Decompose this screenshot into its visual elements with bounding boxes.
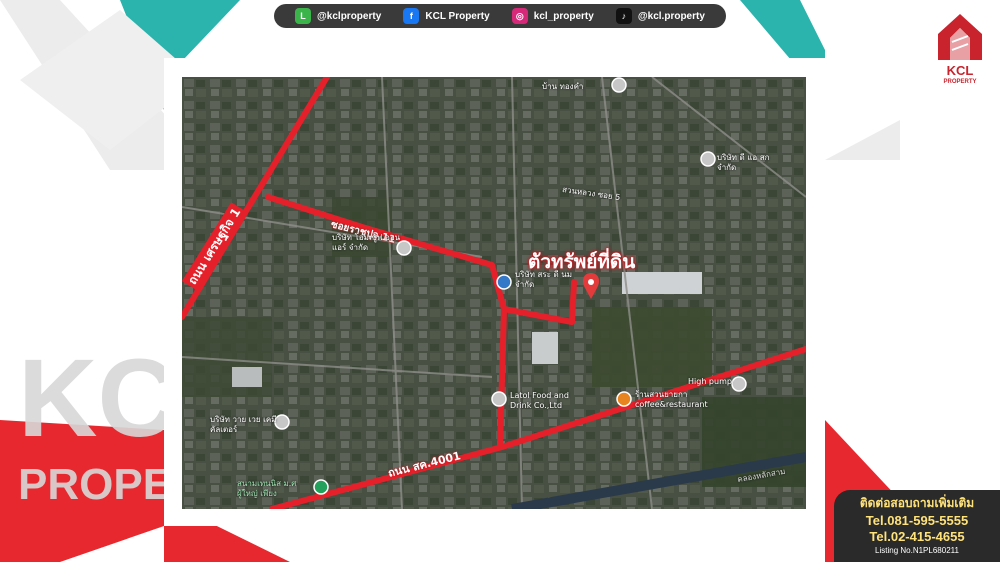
brand-logo: KCL PROPERTY [930,12,990,92]
social-label: KCL Property [425,10,490,22]
social-label: @kclproperty [317,10,382,22]
social-line[interactable]: L @kclproperty [295,8,381,24]
line-icon: L [295,8,312,24]
instagram-icon: ◎ [511,8,528,24]
place-label: Latol Food and Drink Co.,Ltd [510,391,569,410]
place-label: บริษัท วาย เวย เคมีคัลเตอร์ [210,415,277,434]
social-label: @kcl.property [637,10,705,22]
social-tiktok[interactable]: ♪ @kcl.property [615,8,705,24]
place-label: ร้านสวนยายกา coffee&restaurant [635,390,708,409]
brand-sub: PROPERTY [943,79,977,85]
place-label: สนามเทนนิส ม.ศ ผู้ใหญ่ เพียง [237,479,297,498]
social-bar: L @kclproperty f KCL Property ◎ kcl_prop… [274,4,726,28]
house-logo-icon [938,14,982,60]
satellite-map[interactable]: ตัวทรัพย์ที่ดิน ถนน เศรษฐกิจ 1 ซอยราชปุจ… [182,77,806,509]
map-canvas [182,77,806,509]
place-pin-icon [496,274,512,290]
social-label: kcl_property [533,10,594,22]
facebook-icon: f [403,8,420,24]
place-pin-icon [616,391,632,407]
place-label: บริษัท สระ ดี นม จำกัด [515,270,572,289]
place-pin-icon [700,151,716,167]
place-pin-icon [611,77,627,93]
contact-box: ติดต่อสอบถามเพิ่มเติม Tel.081-595-5555 T… [834,490,1000,562]
place-label: บริษัท ดี แอ สก จำกัด [717,153,770,172]
contact-tel-2[interactable]: Tel.02-415-4655 [834,529,1000,545]
social-facebook[interactable]: f KCL Property [403,8,490,24]
brand-name: KCL [946,63,974,78]
place-pin-icon [491,391,507,407]
place-label: บริษัท โอม ซูฟ ออนแอร์ จำกัด [332,233,401,252]
place-label: High pump [688,377,732,386]
listing-number: Listing No.N1PL680211 [875,546,959,555]
social-instagram[interactable]: ◎ kcl_property [511,8,594,24]
tiktok-icon: ♪ [615,8,632,24]
contact-tel-1[interactable]: Tel.081-595-5555 [834,513,1000,529]
contact-heading: ติดต่อสอบถามเพิ่มเติม [859,496,975,510]
place-label: บ้าน ทองคำ [542,82,584,91]
